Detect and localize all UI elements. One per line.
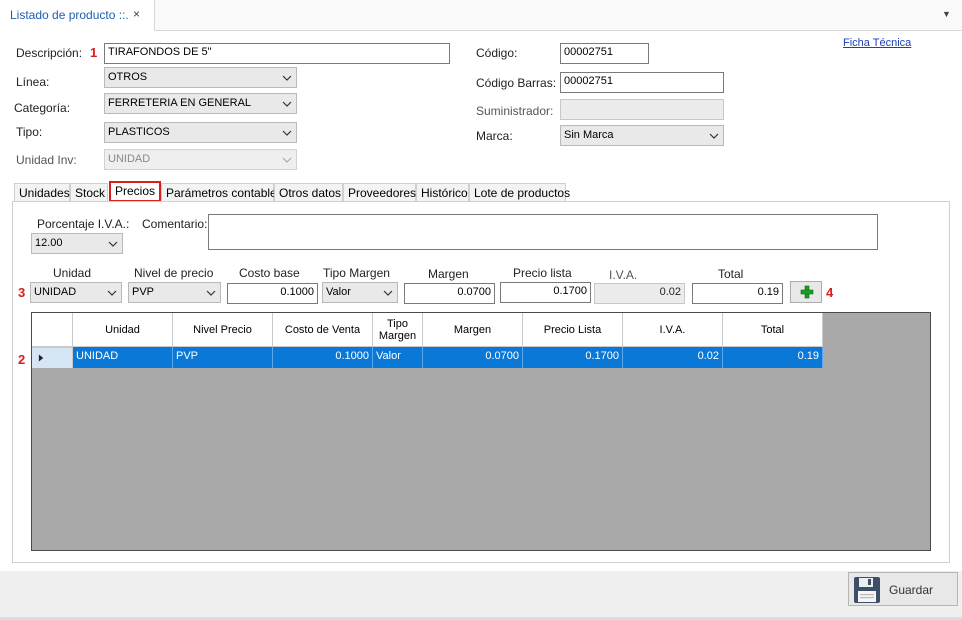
grid-header-unidad[interactable]: Unidad [73, 313, 173, 347]
document-tab-title: Listado de producto ::. [10, 8, 129, 22]
chevron-down-icon [282, 130, 292, 136]
add-price-button[interactable] [790, 281, 822, 303]
tab-precios[interactable]: Precios [109, 181, 161, 202]
categoria-combo[interactable]: FERRETERIA EN GENERAL [104, 93, 297, 114]
entry-precio-lista-label: Precio lista [513, 266, 572, 280]
linea-label: Línea: [16, 75, 50, 89]
tab-otros-datos[interactable]: Otros datos [274, 183, 343, 202]
tab-proveedores[interactable]: Proveedores [343, 183, 416, 202]
grid-header-total[interactable]: Total [723, 313, 823, 347]
chevron-down-icon [282, 101, 292, 107]
grid-header-precio-lista[interactable]: Precio Lista [523, 313, 623, 347]
iva-porcentaje-label: Porcentaje I.V.A.: [37, 217, 130, 231]
codigo-label: Código: [476, 46, 518, 60]
tab-lote-de-productos[interactable]: Lote de productos [469, 183, 570, 202]
unidad-inv-combo: UNIDAD [104, 149, 297, 170]
tab-stock[interactable]: Stock [70, 183, 108, 202]
entry-total-field[interactable]: 0.19 [692, 283, 783, 304]
entry-tipo-margen-value: Valor [326, 286, 351, 298]
table-row-cell-total[interactable]: 0.19 [723, 347, 823, 368]
iva-porcentaje-combo[interactable]: 12.00 [31, 233, 123, 254]
chevron-down-icon [709, 133, 719, 139]
categoria-value: FERRETERIA EN GENERAL [108, 97, 252, 109]
chevron-down-icon [108, 241, 118, 247]
chevron-down-icon [107, 290, 117, 296]
entry-unidad-combo[interactable]: UNIDAD [30, 282, 122, 303]
tab-dropdown-icon[interactable]: ▼ [942, 9, 951, 19]
save-button[interactable]: Guardar [848, 572, 958, 606]
ficha-tecnica-link[interactable]: Ficha Técnica [843, 37, 911, 49]
chevron-down-icon [383, 290, 393, 296]
tab-unidades[interactable]: Unidades [14, 183, 70, 202]
entry-costo-field[interactable]: 0.1000 [227, 283, 318, 304]
row-pointer-icon [38, 354, 44, 362]
entry-tipo-margen-label: Tipo Margen [323, 266, 390, 280]
entry-unidad-label: Unidad [53, 266, 92, 280]
table-row-cell-costo[interactable]: 0.1000 [273, 347, 373, 368]
entry-costo-label: Costo base [239, 266, 300, 280]
grid-corner-header [32, 313, 73, 347]
marker-4: 4 [826, 285, 834, 300]
entry-iva-label: I.V.A. [609, 268, 638, 282]
floppy-disk-icon [854, 577, 880, 603]
entry-total-label: Total [718, 267, 744, 281]
descripcion-field[interactable]: TIRAFONDOS DE 5" [104, 43, 450, 64]
document-tab[interactable]: Listado de producto ::. × [0, 0, 155, 31]
entry-unidad-value: UNIDAD [34, 286, 77, 298]
codigo-barras-field[interactable]: 00002751 [560, 72, 724, 93]
marca-combo[interactable]: Sin Marca [560, 125, 724, 146]
marker-1: 1 [90, 45, 98, 60]
entry-margen-label: Margen [428, 267, 469, 281]
grid-header-margen[interactable]: Margen [423, 313, 523, 347]
linea-combo[interactable]: OTROS [104, 67, 297, 88]
grid-header-nivel-precio[interactable]: Nivel Precio [173, 313, 273, 347]
entry-precio-lista-field[interactable]: 0.1700 [500, 282, 591, 303]
suministrador-field [560, 99, 724, 120]
table-row-cell-nivel[interactable]: PVP [173, 347, 273, 368]
categoria-label: Categoría: [14, 101, 71, 115]
table-row-cell-tipo-margen[interactable]: Valor [373, 347, 423, 368]
table-row-cell-precio-lista[interactable]: 0.1700 [523, 347, 623, 368]
entry-tipo-margen-combo[interactable]: Valor [322, 282, 398, 303]
tipo-combo[interactable]: PLASTICOS [104, 122, 297, 143]
marca-value: Sin Marca [564, 129, 614, 141]
table-row-cell-iva[interactable]: 0.02 [623, 347, 723, 368]
grid-header-iva[interactable]: I.V.A. [623, 313, 723, 347]
marker-2: 2 [18, 352, 26, 367]
descripcion-label: Descripción: [16, 46, 83, 60]
grid-header-costo-venta[interactable]: Costo de Venta [273, 313, 373, 347]
comentario-label: Comentario: [142, 217, 208, 231]
entry-nivel-label: Nivel de precio [134, 266, 214, 280]
tipo-value: PLASTICOS [108, 126, 170, 138]
codigo-field[interactable]: 00002751 [560, 43, 649, 64]
unidad-inv-value: UNIDAD [108, 153, 151, 165]
tab-parametros-contables[interactable]: Parámetros contables [161, 183, 283, 202]
prices-grid[interactable]: Unidad Nivel Precio Costo de Venta Tipo … [31, 312, 931, 551]
tipo-label: Tipo: [16, 125, 43, 139]
grid-header-tipo-margen[interactable]: Tipo Margen [373, 313, 423, 347]
save-button-label: Guardar [889, 583, 934, 597]
plus-icon [800, 285, 814, 299]
codigo-barras-label: Código Barras: [476, 76, 557, 90]
row-indicator[interactable] [32, 347, 73, 368]
table-row-cell-unidad[interactable]: UNIDAD [73, 347, 173, 368]
unidad-inv-label: Unidad Inv: [16, 153, 77, 167]
entry-margen-field[interactable]: 0.0700 [404, 283, 495, 304]
linea-value: OTROS [108, 71, 148, 83]
comentario-field[interactable] [208, 214, 878, 250]
chevron-down-icon [282, 157, 292, 163]
marca-label: Marca: [476, 129, 513, 143]
chevron-down-icon [282, 75, 292, 81]
suministrador-label: Suministrador: [476, 104, 554, 118]
close-icon[interactable]: × [133, 7, 140, 21]
marker-3: 3 [18, 285, 26, 300]
entry-nivel-value: PVP [132, 286, 155, 298]
chevron-down-icon [206, 290, 216, 296]
entry-nivel-combo[interactable]: PVP [128, 282, 221, 303]
entry-iva-field: 0.02 [594, 283, 685, 304]
tab-historico[interactable]: Histórico [416, 183, 469, 202]
table-row-cell-margen[interactable]: 0.0700 [423, 347, 523, 368]
iva-porcentaje-value: 12.00 [35, 237, 63, 249]
